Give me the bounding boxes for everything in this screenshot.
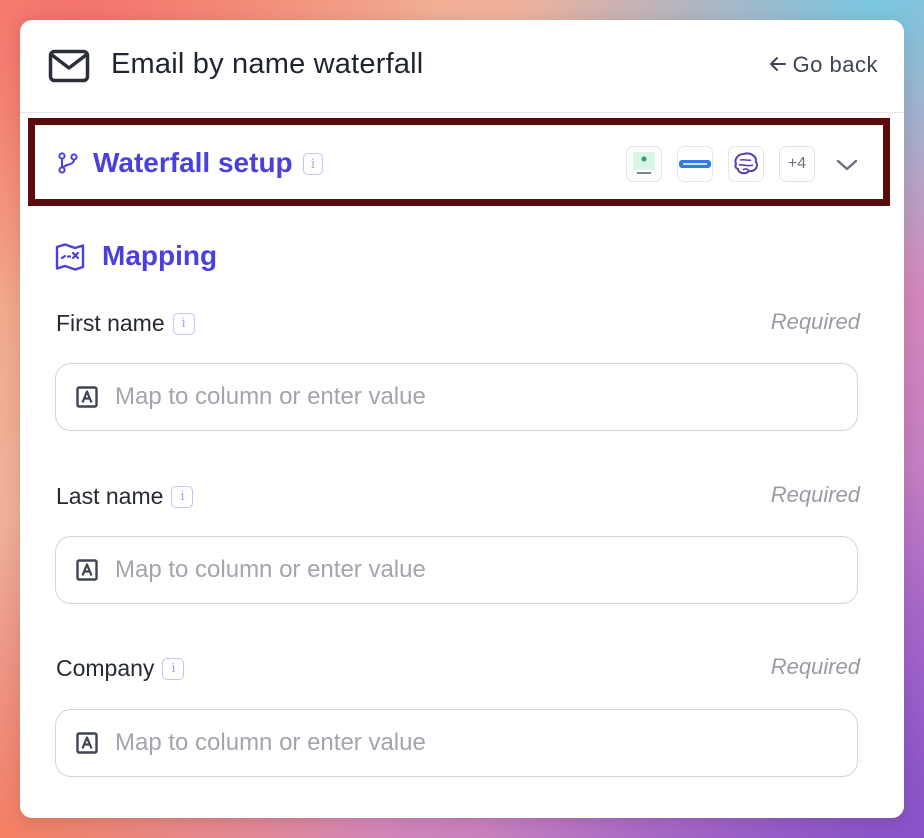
first-name-label: First name i: [56, 310, 195, 337]
mail-icon: [47, 44, 91, 88]
info-icon[interactable]: i: [172, 312, 195, 335]
field-label-text: Company: [56, 655, 155, 681]
last-name-label: Last name i: [56, 483, 194, 510]
last-name-input[interactable]: [115, 556, 795, 584]
branch-icon: [57, 152, 79, 174]
more-providers-badge[interactable]: +4: [779, 146, 815, 182]
company-input[interactable]: [115, 729, 795, 757]
text-column-icon: [76, 732, 98, 754]
go-back-button[interactable]: Go back: [769, 52, 878, 78]
field-label-text: Last name: [56, 483, 164, 509]
text-column-icon: [76, 386, 98, 408]
last-name-field[interactable]: [55, 536, 858, 604]
text-column-icon: [76, 559, 98, 581]
provider-brain-logo: [728, 146, 764, 182]
provider-datagma-logo: [677, 146, 713, 182]
go-back-label: Go back: [792, 52, 878, 77]
provider-tryprospect-logo: [626, 146, 662, 182]
waterfall-panel: Email by name waterfall Go back Waterfal…: [20, 20, 904, 818]
required-hint: Required: [770, 309, 860, 334]
arrow-left-icon: [769, 52, 787, 78]
company-field[interactable]: [55, 709, 858, 777]
info-icon[interactable]: i: [303, 153, 323, 175]
info-icon[interactable]: i: [162, 657, 185, 680]
field-label-text: First name: [56, 310, 165, 336]
mapping-title: Mapping: [102, 240, 218, 271]
first-name-field[interactable]: [55, 363, 858, 431]
chevron-down-icon[interactable]: [835, 153, 859, 177]
company-label: Company i: [56, 655, 185, 682]
waterfall-setup-section[interactable]: Waterfall setup i +4: [28, 118, 890, 206]
required-hint: Required: [770, 654, 860, 679]
panel-header: Email by name waterfall Go back: [20, 20, 904, 113]
page-title: Email by name waterfall: [111, 48, 424, 80]
first-name-input[interactable]: [115, 383, 795, 411]
info-icon[interactable]: i: [171, 485, 194, 508]
waterfall-setup-title: Waterfall setup: [93, 147, 293, 178]
required-hint: Required: [770, 482, 860, 507]
map-icon: [55, 243, 85, 271]
